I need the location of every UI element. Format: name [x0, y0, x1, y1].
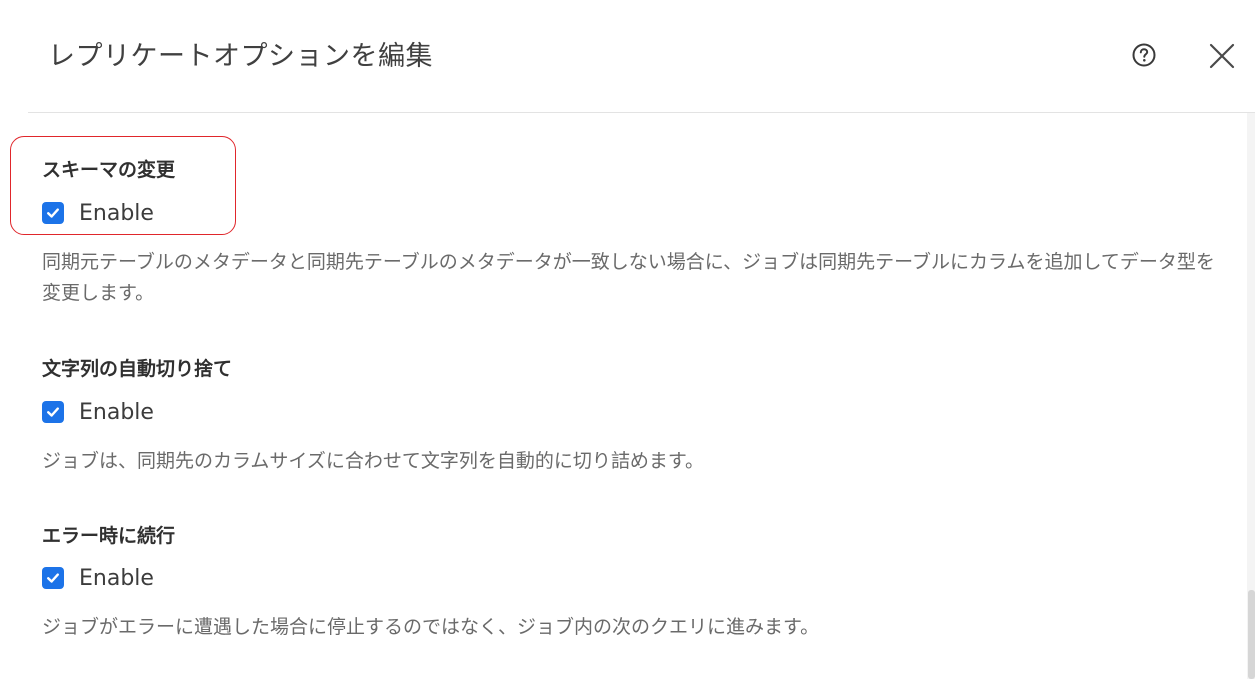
schema-change-enable-checkbox[interactable]: Enable	[42, 200, 154, 226]
section-title-schema-change: スキーマの変更	[42, 159, 176, 181]
scrollbar-thumb[interactable]	[1248, 590, 1255, 679]
checkbox-checked[interactable]	[42, 567, 64, 589]
header-divider	[28, 112, 1255, 113]
continue-on-error-enable-label: Enable	[79, 565, 154, 591]
dialog-title: レプリケートオプションを編集	[48, 41, 433, 72]
close-icon	[1209, 43, 1235, 69]
checkbox-checked[interactable]	[42, 202, 64, 224]
check-icon	[47, 208, 59, 218]
checkbox-checked[interactable]	[42, 401, 64, 423]
schema-change-enable-label: Enable	[79, 200, 154, 226]
schema-change-description: 同期元テーブルのメタデータと同期先テーブルのメタデータが一致しない場合に、ジョブ…	[42, 251, 1215, 304]
help-button[interactable]	[1131, 42, 1157, 68]
edit-replicate-options-dialog: レプリケートオプションを編集 スキーマの変更 Enable 同期元テーブルのメタ…	[0, 0, 1255, 679]
dialog-header: レプリケートオプションを編集	[0, 0, 1255, 112]
section-title-continue-on-error: エラー時に続行	[42, 525, 176, 547]
section-title-auto-truncate: 文字列の自動切り捨て	[42, 358, 233, 380]
close-button[interactable]	[1208, 42, 1236, 70]
continue-on-error-enable-checkbox[interactable]: Enable	[42, 565, 154, 591]
continue-on-error-description: ジョブがエラーに遭遇した場合に停止するのではなく、ジョブ内の次のクエリに進みます…	[42, 616, 820, 638]
auto-truncate-description: ジョブは、同期先のカラムサイズに合わせて文字列を自動的に切り詰めます。	[42, 450, 704, 472]
auto-truncate-enable-label: Enable	[79, 399, 154, 425]
check-icon	[47, 573, 59, 583]
help-circle-icon	[1132, 43, 1156, 67]
check-icon	[47, 407, 59, 417]
auto-truncate-enable-checkbox[interactable]: Enable	[42, 399, 154, 425]
